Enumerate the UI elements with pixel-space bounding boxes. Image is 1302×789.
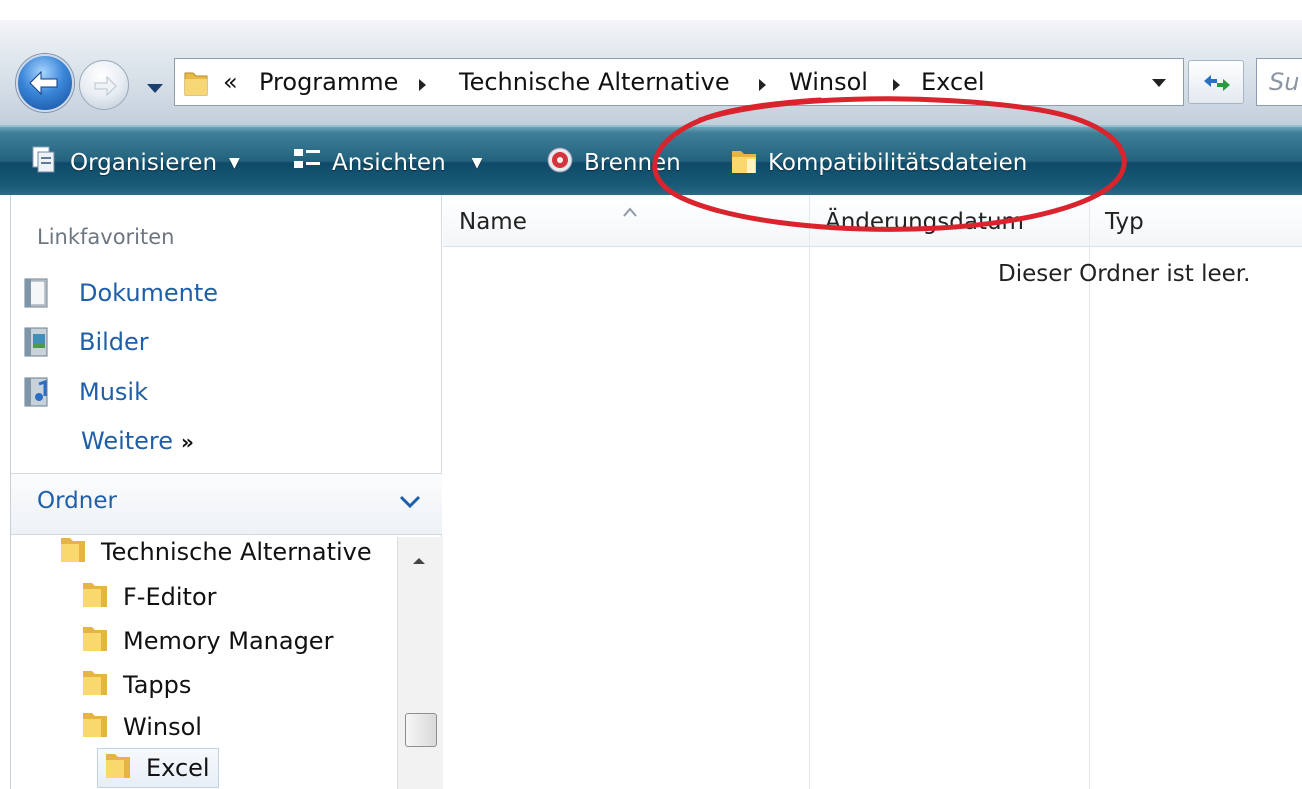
tree-item-technische-alternative[interactable]: Technische Alternative [59, 532, 372, 572]
tree-item-tapps[interactable]: Tapps [81, 665, 191, 705]
address-bar[interactable]: « Programme Technische Alternative Winso… [174, 58, 1184, 106]
folder-icon [730, 145, 758, 181]
tree-item-f-editor[interactable]: F-Editor [81, 577, 217, 617]
chevron-right-icon[interactable] [891, 77, 901, 96]
music-icon [23, 376, 53, 408]
folder-icon [59, 534, 87, 570]
organize-icon [30, 145, 60, 181]
sort-ascending-icon [623, 197, 637, 223]
organize-button[interactable]: Organisieren ▼ [30, 145, 240, 181]
navigation-pane: Linkfavoriten Dokumente Bilder Musik Wei… [10, 195, 443, 789]
chevron-right-icon[interactable] [757, 77, 767, 96]
burn-button[interactable]: Brennen [546, 147, 681, 179]
breadcrumb-excel[interactable]: Excel [921, 68, 985, 96]
documents-icon [23, 277, 53, 309]
arrow-right-icon [94, 75, 117, 97]
views-icon [292, 146, 322, 180]
chevron-right-icon[interactable] [417, 77, 427, 96]
scroll-up-arrow-icon[interactable] [411, 551, 427, 570]
more-favorites-link[interactable]: Weitere» [81, 427, 194, 455]
favorite-pictures[interactable]: Bilder [23, 324, 149, 360]
compatibility-files-button[interactable]: Kompatibilitätsdateien [730, 147, 1027, 179]
folder-icon [81, 579, 109, 615]
tree-item-excel[interactable]: Excel [97, 748, 219, 788]
tree-item-winsol[interactable]: Winsol [81, 707, 202, 747]
folder-icon [104, 750, 132, 786]
breadcrumb-programme[interactable]: Programme [259, 68, 398, 96]
recent-pages-dropdown[interactable] [145, 80, 165, 94]
folders-heading: Ordner [37, 488, 117, 514]
command-bar: Organisieren ▼ Ansichten ▼ Brennen Kompa… [0, 125, 1302, 195]
back-button[interactable] [16, 54, 74, 112]
folder-icon [81, 623, 109, 659]
column-divider [809, 195, 810, 789]
folder-tree-scrollbar[interactable] [397, 537, 443, 789]
folder-icon [81, 709, 109, 745]
tree-item-memory-manager[interactable]: Memory Manager [81, 621, 333, 661]
scrollbar-thumb[interactable] [405, 713, 437, 747]
column-header-name[interactable]: Name [443, 195, 809, 247]
breadcrumb-overflow[interactable]: « [223, 68, 238, 96]
empty-folder-message: Dieser Ordner ist leer. [998, 261, 1251, 287]
folders-header[interactable]: Ordner [11, 473, 442, 535]
disc-burn-icon [546, 146, 574, 180]
favorite-documents[interactable]: Dokumente [23, 275, 218, 311]
refresh-button[interactable] [1188, 60, 1244, 104]
column-header-modified[interactable]: Änderungsdatum [809, 195, 1089, 247]
breadcrumb-technische-alternative[interactable]: Technische Alternative [459, 68, 730, 96]
chevron-down-icon: ▼ [471, 155, 483, 171]
double-chevron-right-icon: » [181, 430, 194, 454]
pictures-icon [23, 326, 53, 358]
folder-icon [81, 667, 109, 703]
chevron-down-icon[interactable] [399, 494, 421, 513]
forward-button[interactable] [79, 60, 129, 110]
breadcrumb-winsol[interactable]: Winsol [789, 68, 868, 96]
views-button[interactable]: Ansichten ▼ [292, 147, 482, 179]
refresh-icon [1204, 75, 1230, 91]
search-placeholder: Su [1269, 68, 1300, 96]
chevron-down-icon: ▼ [229, 155, 240, 171]
file-list: Name Änderungsdatum Typ Dieser Ordner is… [443, 195, 1302, 789]
column-header-type[interactable]: Typ [1089, 195, 1302, 247]
chevron-down-icon [1152, 79, 1166, 87]
address-history-dropdown[interactable] [1150, 74, 1168, 93]
chevron-down-icon [147, 84, 163, 93]
favorites-heading: Linkfavoriten [37, 225, 175, 249]
folder-icon [183, 69, 209, 101]
search-input[interactable]: Su [1256, 58, 1302, 106]
favorite-music[interactable]: Musik [23, 374, 148, 410]
arrow-left-icon [29, 70, 58, 96]
